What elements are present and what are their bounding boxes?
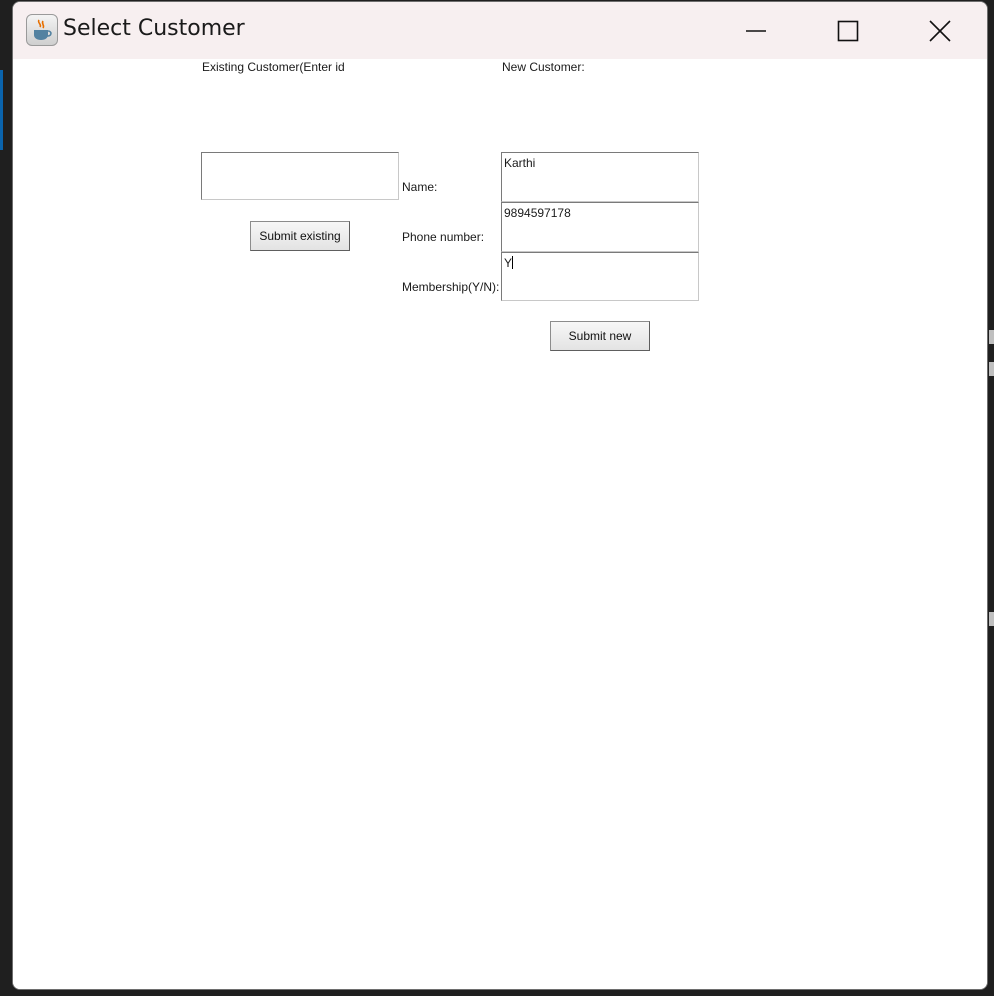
close-button[interactable] — [895, 2, 985, 59]
phone-number-label: Phone number: — [402, 230, 485, 244]
membership-label: Membership(Y/N): — [402, 280, 500, 294]
submit-new-button[interactable]: Submit new — [550, 321, 650, 351]
existing-customer-header: Existing Customer(Enter id — [202, 60, 345, 74]
minimize-button[interactable] — [711, 2, 801, 59]
phone-number-value: 9894597178 — [504, 206, 571, 220]
name-field[interactable]: Karthi — [501, 152, 699, 202]
close-icon — [929, 19, 951, 42]
window-title: Select Customer — [63, 16, 245, 41]
desktop-accent-bar — [0, 70, 3, 150]
select-customer-window: Select Customer Existing Customer(Enter … — [12, 1, 988, 990]
background-window-edge — [989, 330, 994, 344]
name-value: Karthi — [504, 156, 536, 170]
text-caret — [512, 256, 514, 269]
background-window-edge — [989, 612, 994, 626]
membership-field[interactable]: Y — [501, 252, 699, 301]
phone-number-field[interactable]: 9894597178 — [501, 202, 699, 252]
name-label: Name: — [402, 180, 438, 194]
form-panel: Existing Customer(Enter id Submit existi… — [13, 59, 987, 989]
title-bar[interactable]: Select Customer — [13, 2, 987, 59]
submit-existing-button[interactable]: Submit existing — [250, 221, 350, 251]
maximize-icon — [837, 20, 859, 41]
maximize-button[interactable] — [803, 2, 893, 59]
new-customer-header: New Customer: — [502, 60, 585, 74]
background-window-edge — [989, 362, 994, 376]
membership-value: Y — [504, 256, 513, 270]
minimize-icon — [746, 29, 766, 32]
customer-id-field[interactable] — [201, 152, 399, 200]
membership-field-content: Y — [504, 256, 514, 270]
java-coffee-cup-icon[interactable] — [26, 14, 58, 46]
